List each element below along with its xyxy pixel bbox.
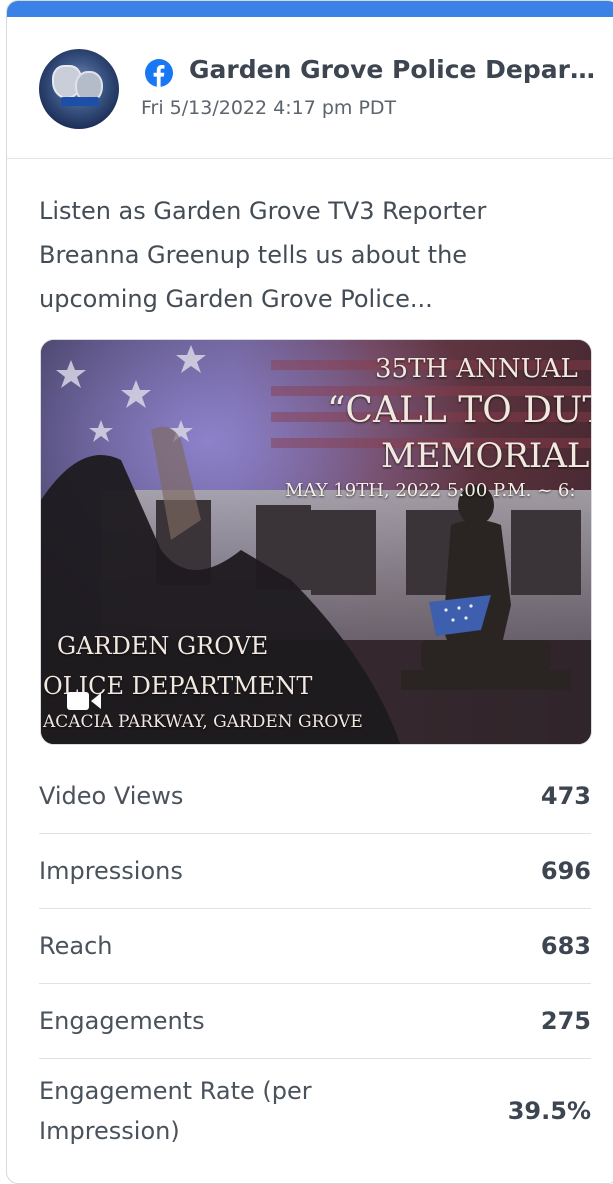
stat-row-impressions: Impressions 696	[39, 834, 591, 909]
stat-row-engagement-rate: Engagement Rate (per Impression) 39.5%	[39, 1059, 591, 1163]
stat-row-engagements: Engagements 275	[39, 984, 591, 1059]
video-thumbnail[interactable]: 35TH ANNUAL “CALL TO DUT MEMORIAL MAY 19…	[40, 339, 592, 745]
stat-value: 696	[540, 857, 591, 885]
stat-row-reach: Reach 683	[39, 909, 591, 984]
stat-row-video-views: Video Views 473	[39, 759, 591, 834]
card-accent-bar	[7, 1, 613, 17]
page-avatar[interactable]	[39, 49, 119, 129]
post-card: Garden Grove Police Department Fri 5/13/…	[6, 0, 613, 1184]
post-timestamp: Fri 5/13/2022 4:17 pm PDT	[141, 97, 397, 119]
avatar-ribbon	[61, 97, 99, 106]
facebook-icon	[145, 59, 173, 87]
stat-label: Impressions	[39, 857, 183, 885]
stats-table: Video Views 473 Impressions 696 Reach 68…	[39, 759, 591, 1163]
thumbnail-address: ACACIA PARKWAY, GARDEN GROVE	[43, 712, 363, 732]
stat-value: 275	[540, 1007, 591, 1035]
post-header: Garden Grove Police Department Fri 5/13/…	[7, 17, 613, 159]
stat-label: Engagements	[39, 1007, 205, 1035]
thumbnail-org-line1: GARDEN GROVE	[57, 632, 269, 660]
stat-label: Engagement Rate (per Impression)	[39, 1077, 312, 1145]
thumbnail-title-line2: “CALL TO DUT	[327, 390, 592, 431]
post-text: Listen as Garden Grove TV3 Reporter Brea…	[39, 197, 487, 313]
stat-value: 683	[540, 932, 591, 960]
thumbnail-date: MAY 19TH, 2022 5:00 P.M. ~ 6:	[285, 480, 576, 501]
stat-label: Reach	[39, 932, 113, 960]
stat-value: 473	[540, 782, 591, 810]
thumbnail-title-line3: MEMORIAL	[381, 436, 590, 476]
video-camera-icon	[67, 692, 101, 710]
stat-label: Video Views	[39, 782, 184, 810]
page-name[interactable]: Garden Grove Police Department	[189, 55, 599, 84]
stat-value: 39.5%	[507, 1097, 591, 1125]
thumbnail-title-line1: 35TH ANNUAL	[375, 354, 578, 384]
